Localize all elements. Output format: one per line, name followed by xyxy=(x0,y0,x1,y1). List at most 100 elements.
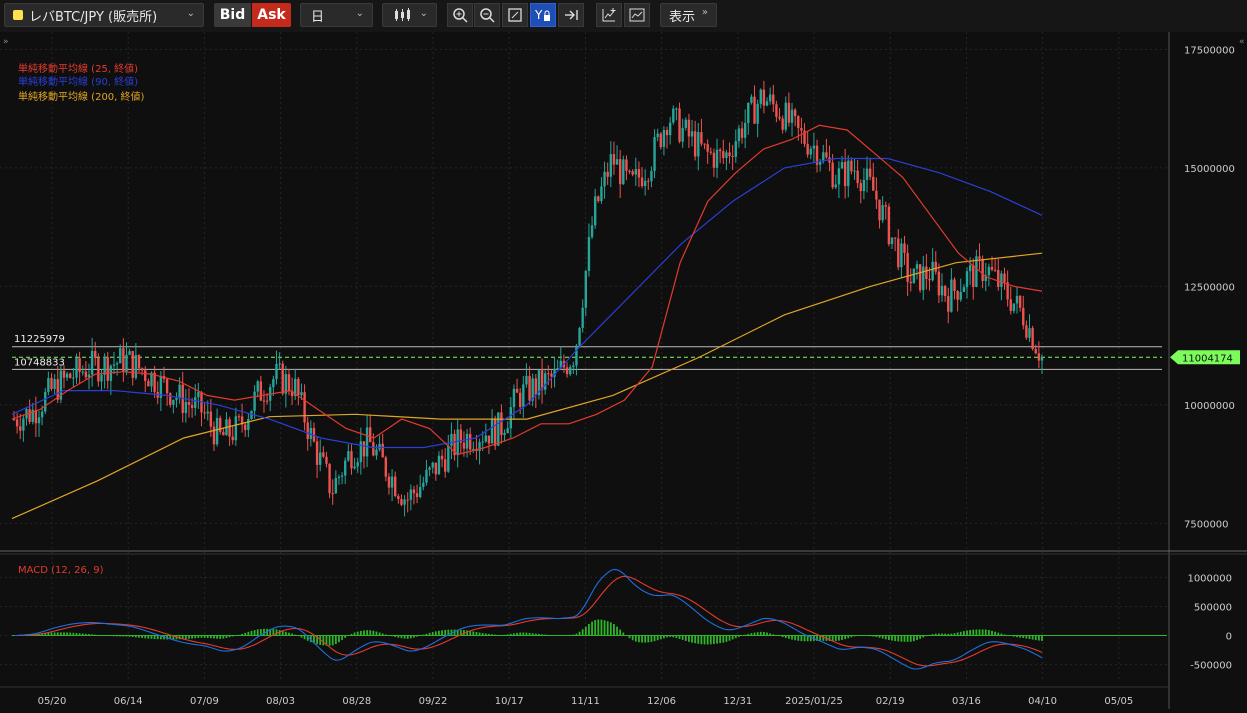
display-label: 表示 xyxy=(669,9,696,25)
candle-body xyxy=(668,122,672,136)
macd-histogram-bar xyxy=(784,635,787,638)
macd-histogram-bar xyxy=(559,635,562,636)
zoom-in-button[interactable] xyxy=(447,3,473,27)
candle-body xyxy=(925,266,928,279)
macd-histogram-bar xyxy=(484,633,487,636)
ask-button[interactable]: Ask xyxy=(252,3,291,27)
collapse-panel-icon[interactable]: » xyxy=(3,37,9,47)
candle-body xyxy=(515,388,519,393)
macd-histogram-bar xyxy=(606,621,609,636)
candle-body xyxy=(912,268,916,284)
scroll-to-end-button[interactable] xyxy=(558,3,584,27)
macd-histogram-bar xyxy=(850,635,853,638)
macd-histogram-bar xyxy=(547,634,550,636)
candle-body xyxy=(412,489,416,494)
candle-body xyxy=(375,449,378,456)
macd-histogram-bar xyxy=(572,634,575,636)
add-indicator-button[interactable] xyxy=(596,3,622,27)
legend-macd: MACD (12, 26, 9) xyxy=(18,565,104,576)
candle-body xyxy=(978,256,981,259)
candle-body xyxy=(106,357,109,381)
candle-body xyxy=(728,152,731,156)
candle-body xyxy=(434,462,438,475)
candle-body xyxy=(753,96,756,124)
candle-body xyxy=(394,476,397,497)
macd-histogram-bar xyxy=(931,634,934,636)
candle-body xyxy=(259,381,263,401)
macd-histogram-bar xyxy=(441,630,443,636)
symbol-selector[interactable]: レバBTC/JPY (販売所) ⌄ xyxy=(4,3,204,27)
macd-histogram-bar xyxy=(119,635,122,637)
fit-button[interactable] xyxy=(502,3,528,27)
chart-type-selector[interactable]: ⌄ xyxy=(382,3,437,27)
compare-button[interactable] xyxy=(624,3,650,27)
macd-histogram-bar xyxy=(731,635,734,640)
macd-histogram-bar xyxy=(131,635,134,638)
candle-body xyxy=(915,264,919,269)
y-tick-label: 17500000 xyxy=(1184,45,1235,56)
candle-body xyxy=(50,377,53,389)
candle-body xyxy=(587,237,591,271)
candle-body xyxy=(462,442,466,449)
period-selector[interactable]: 日 ⌄ xyxy=(300,3,373,27)
macd-histogram-bar xyxy=(94,634,97,636)
display-menu[interactable]: 表示 » xyxy=(660,3,717,27)
candle-body xyxy=(137,355,141,369)
compare-icon xyxy=(629,8,645,22)
expand-panel-icon[interactable]: « xyxy=(1239,37,1245,47)
macd-histogram-bar xyxy=(519,632,522,636)
candle-body xyxy=(512,388,516,408)
macd-histogram-bar xyxy=(978,629,981,636)
candle-body xyxy=(981,258,984,281)
candle-body xyxy=(406,499,409,501)
macd-histogram-bar xyxy=(653,635,656,642)
macd-histogram-bar xyxy=(234,635,237,637)
zoom-out-button[interactable] xyxy=(474,3,500,27)
macd-histogram-bar xyxy=(869,635,872,637)
candle-body xyxy=(350,451,353,469)
y-lock-button[interactable]: Y xyxy=(530,3,556,27)
macd-histogram-bar xyxy=(794,635,797,641)
macd-histogram-bar xyxy=(569,634,572,636)
candle-body xyxy=(319,452,322,465)
macd-histogram-bar xyxy=(247,631,250,636)
macd-histogram-bar xyxy=(672,635,675,638)
candle-body xyxy=(328,463,331,494)
candle-body xyxy=(887,206,891,245)
candle-body xyxy=(62,370,66,378)
candle-body xyxy=(718,149,722,152)
candle-body xyxy=(34,409,38,424)
macd-histogram-bar xyxy=(788,635,790,639)
y-tick-label: 7500000 xyxy=(1184,519,1229,530)
candle-body xyxy=(212,426,216,445)
macd-tick-label: 1000000 xyxy=(1187,573,1232,584)
macd-histogram-bar xyxy=(256,629,259,636)
macd-histogram-bar xyxy=(466,630,468,636)
candle-body xyxy=(768,94,772,102)
candle-body xyxy=(90,350,94,375)
candle-body xyxy=(809,148,812,155)
candle-body xyxy=(715,149,719,168)
candle-body xyxy=(119,348,122,364)
macd-histogram-bar xyxy=(350,633,353,636)
candle-body xyxy=(737,128,741,142)
macd-histogram-bar xyxy=(922,635,925,638)
macd-histogram-bar xyxy=(322,635,325,646)
macd-histogram-bar xyxy=(288,632,290,636)
y-tick-label: 12500000 xyxy=(1184,282,1235,293)
macd-histogram-bar xyxy=(156,635,159,640)
price-chart[interactable]: » « 1122597910748833 05/20 06/14 07/09 08/0… xyxy=(0,32,1247,709)
macd-histogram-bar xyxy=(91,634,94,636)
macd-histogram-bar xyxy=(528,632,531,636)
candle-body xyxy=(637,169,641,178)
chart-area[interactable]: » « 11225979 10748833 05/20 06/14 07/09 08/0… xyxy=(0,32,1247,713)
macd-histogram-bar xyxy=(716,635,718,644)
bid-button[interactable]: Bid xyxy=(214,3,251,27)
macd-histogram-bar xyxy=(438,630,440,636)
macd-histogram-bar xyxy=(678,635,681,639)
candle-body xyxy=(203,412,206,414)
candle-body xyxy=(697,132,700,157)
candle-body xyxy=(662,129,666,148)
candle-body xyxy=(431,462,434,468)
candle-body xyxy=(956,290,959,300)
